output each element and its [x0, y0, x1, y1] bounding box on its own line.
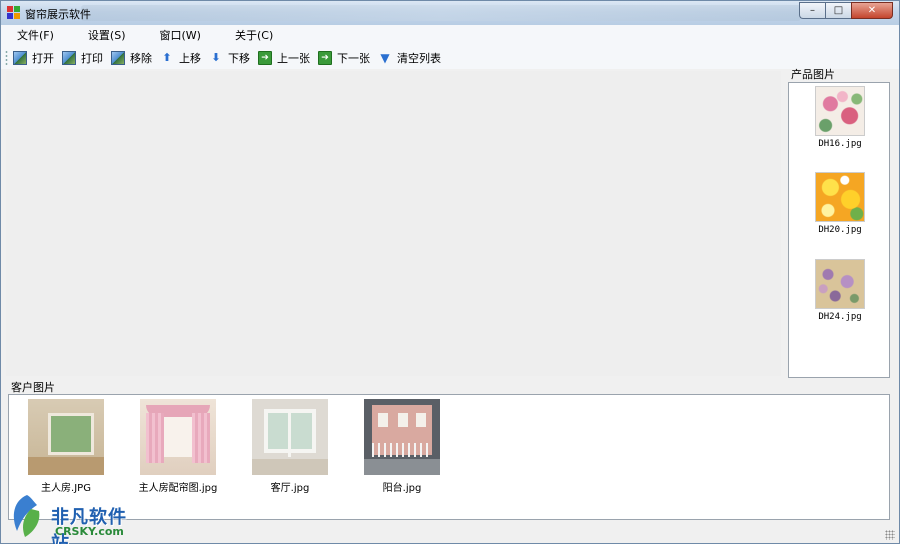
watermark: 非凡软件站 CRSKY.com	[5, 487, 145, 544]
print-button[interactable]: 打印	[62, 48, 103, 67]
menu-window[interactable]: 窗口(W)	[150, 25, 211, 46]
filter-icon: ▼	[380, 50, 390, 65]
menu-settings[interactable]: 设置(S)	[78, 25, 136, 46]
customer-filename: 客厅.jpg	[270, 483, 310, 494]
open-button[interactable]: 打开	[13, 48, 54, 67]
window-title: 窗帘展示软件	[25, 8, 91, 21]
menu-file[interactable]: 文件(F)	[7, 25, 64, 46]
resize-grip[interactable]	[885, 530, 895, 540]
list-item[interactable]: DH20.jpg	[807, 172, 873, 235]
title-bar[interactable]: 窗帘展示软件 – □ ✕	[1, 1, 899, 25]
next-button[interactable]: ➔ 下一张	[318, 48, 370, 67]
product-panel-label: 产品图片	[791, 68, 835, 81]
product-image-list[interactable]: DH16.jpg DH20.jpg DH24.jpg	[788, 82, 890, 378]
customer-filename: 阳台.jpg	[382, 483, 422, 494]
toolbar-grip[interactable]	[5, 49, 8, 66]
customer-thumbnail	[28, 399, 104, 475]
picture-icon	[13, 50, 27, 65]
list-item[interactable]: 客厅.jpg	[235, 399, 345, 494]
clear-list-button[interactable]: ▼ 清空列表	[378, 48, 441, 67]
window-controls: – □ ✕	[799, 2, 893, 19]
product-thumbnail	[815, 259, 865, 309]
list-item[interactable]: 阳台.jpg	[347, 399, 457, 494]
prev-button[interactable]: ➔ 上一张	[258, 48, 310, 67]
menu-bar: 文件(F) 设置(S) 窗口(W) 关于(C)	[1, 25, 899, 46]
move-down-button[interactable]: ⬇ 下移	[209, 48, 250, 67]
product-filename: DH24.jpg	[818, 312, 862, 322]
crsky-logo-icon	[13, 495, 40, 537]
customer-panel-label: 客户图片	[11, 381, 55, 394]
remove-button[interactable]: 移除	[111, 48, 152, 67]
main-window: 窗帘展示软件 – □ ✕ 文件(F) 设置(S) 窗口(W) 关于(C) 打开 …	[0, 0, 900, 544]
picture-icon	[111, 50, 125, 65]
list-item[interactable]: DH24.jpg	[807, 259, 873, 322]
arrow-right-icon: ➔	[258, 50, 272, 65]
arrow-right-icon: ➔	[318, 50, 332, 65]
menu-about[interactable]: 关于(C)	[225, 25, 283, 46]
close-button[interactable]: ✕	[851, 2, 893, 19]
customer-thumbnail	[364, 399, 440, 475]
arrow-up-icon: ⬆	[162, 51, 172, 64]
arrow-down-icon: ⬇	[211, 51, 221, 64]
list-item[interactable]: 主人房.JPG	[11, 399, 121, 494]
customer-thumbnail	[252, 399, 328, 475]
list-item[interactable]: DH16.jpg	[807, 86, 873, 149]
product-thumbnail	[815, 86, 865, 136]
product-filename: DH16.jpg	[818, 139, 862, 149]
customer-thumbnail	[140, 399, 216, 475]
maximize-button[interactable]: □	[825, 2, 851, 19]
app-icon	[7, 6, 20, 19]
watermark-en: CRSKY.com	[55, 525, 124, 538]
toolbar: 打开 打印 移除 ⬆ 上移 ⬇ 下移 ➔ 上一张 ➔ 下一张 ▼ 清空列表	[1, 46, 899, 69]
minimize-button[interactable]: –	[799, 2, 825, 19]
list-item[interactable]: 主人房配帘图.jpg	[123, 399, 233, 494]
mdi-workspace[interactable]	[6, 71, 781, 376]
picture-icon	[62, 50, 76, 65]
product-filename: DH20.jpg	[818, 225, 862, 235]
product-thumbnail	[815, 172, 865, 222]
move-up-button[interactable]: ⬆ 上移	[160, 48, 201, 67]
